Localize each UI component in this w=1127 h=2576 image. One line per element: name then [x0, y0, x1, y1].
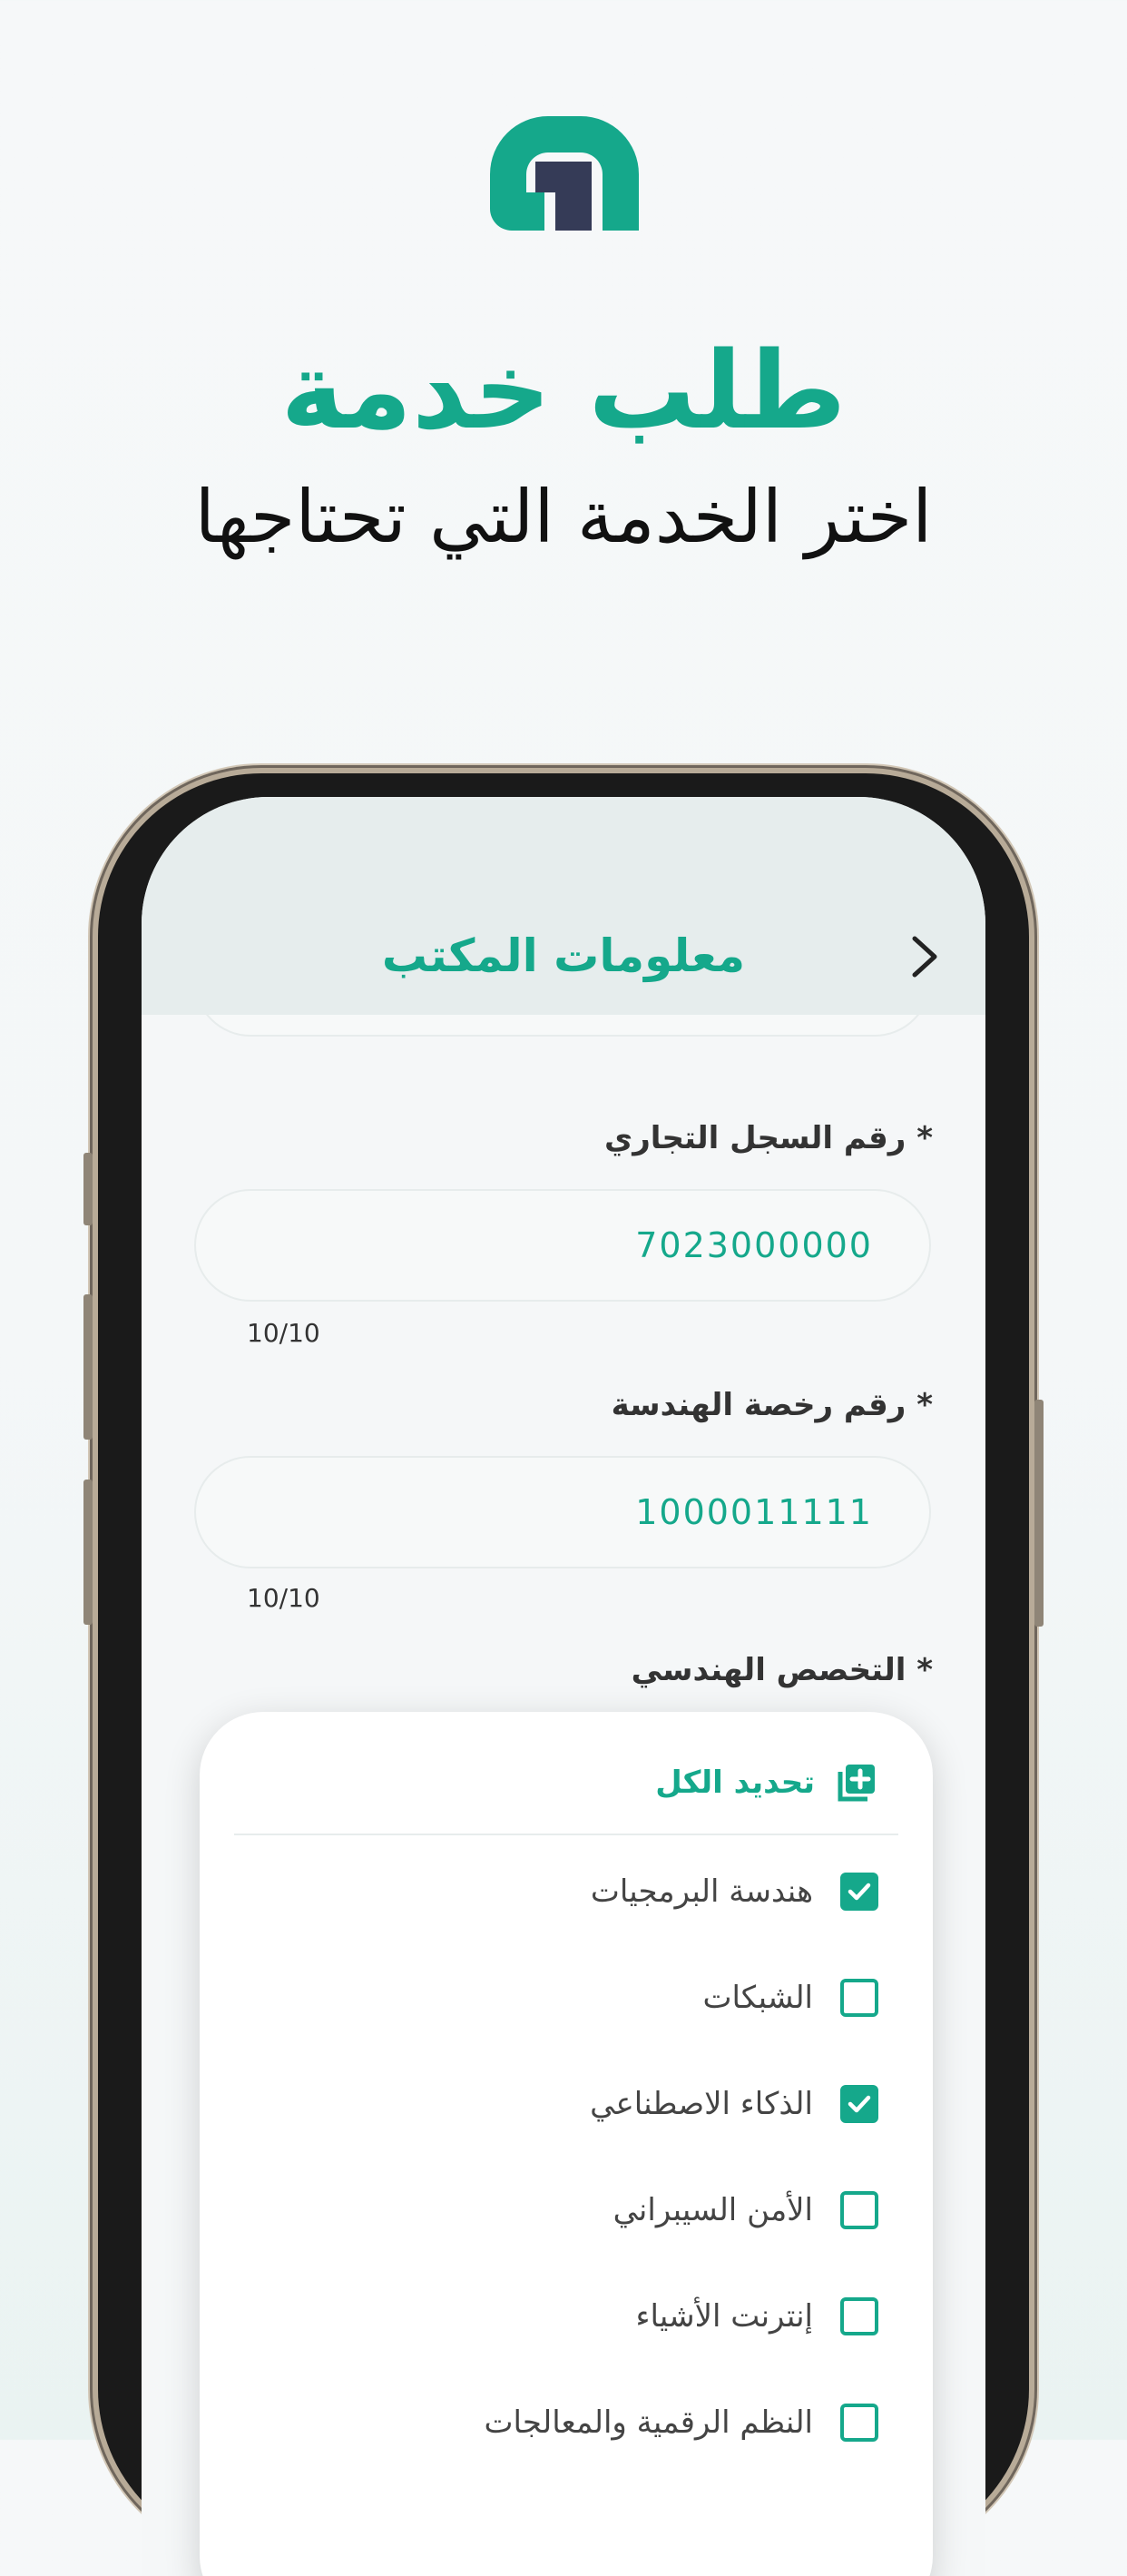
commercial-register-field[interactable]: 7023000000 [194, 1189, 931, 1302]
commercial-register-value: 7023000000 [635, 1225, 873, 1265]
commercial-register-counter: 10/10 [247, 1318, 320, 1348]
app-logo [490, 116, 639, 231]
dropdown-option[interactable]: الأمن السيبراني [613, 2183, 878, 2237]
specialization-label: * التخصص الهندسي [631, 1652, 933, 1688]
checkbox-checked-icon[interactable] [840, 1873, 878, 1911]
hero-title: طلب خدمة [280, 328, 847, 453]
divider [234, 1834, 898, 1835]
select-all-button[interactable]: تحديد الكل [655, 1755, 878, 1810]
dropdown-option-label: النظم الرقمية والمعالجات [484, 2404, 813, 2441]
phone-side-button [83, 1153, 93, 1225]
dropdown-option-label: هندسة البرمجيات [590, 1873, 813, 1910]
checkbox-unchecked-icon[interactable] [840, 2191, 878, 2229]
app-bar-title: معلومات المكتب [381, 929, 746, 982]
phone-side-button [1034, 1400, 1044, 1627]
dropdown-option-label: إنترنت الأشياء [635, 2298, 813, 2335]
dropdown-option[interactable]: إنترنت الأشياء [635, 2289, 878, 2344]
commercial-register-label: * رقم السجل التجاري [604, 1120, 933, 1156]
engineering-license-counter: 10/10 [247, 1583, 320, 1613]
dropdown-option[interactable]: الشبكات [702, 1971, 878, 2025]
dropdown-option[interactable]: الذكاء الاصطناعي [590, 2077, 878, 2131]
checkbox-unchecked-icon[interactable] [840, 2404, 878, 2442]
checkbox-checked-icon[interactable] [840, 2085, 878, 2123]
specialization-dropdown: تحديد الكل هندسة البرمجيات الشبكات الذكاء … [200, 1712, 933, 2576]
select-all-label: تحديد الكل [655, 1765, 815, 1801]
checkbox-unchecked-icon[interactable] [840, 1979, 878, 2017]
chevron-right-icon[interactable] [902, 931, 947, 982]
engineering-license-value: 1000011111 [635, 1492, 873, 1532]
phone-screen: Troikasoft Consulting * رقم السجل التجار… [142, 797, 985, 2576]
dropdown-option-label: الأمن السيبراني [612, 2192, 813, 2228]
checkbox-unchecked-icon[interactable] [840, 2297, 878, 2335]
dropdown-option[interactable]: هندسة البرمجيات [591, 1864, 878, 1919]
phone-frame: Troikasoft Consulting * رقم السجل التجار… [83, 773, 1044, 2576]
engineering-license-label: * رقم رخصة الهندسة [611, 1387, 933, 1423]
dropdown-option[interactable]: النظم الرقمية والمعالجات [485, 2395, 878, 2450]
add-box-icon [838, 1765, 875, 1802]
dropdown-option-label: الشبكات [702, 1980, 813, 2016]
phone-side-button [83, 1480, 93, 1625]
app-bar: معلومات المكتب [142, 797, 985, 1015]
hero-subtitle: اختر الخدمة التي تحتاجها [194, 475, 933, 559]
engineering-license-field[interactable]: 1000011111 [194, 1456, 931, 1568]
phone-side-button [83, 1294, 93, 1440]
dropdown-option-label: الذكاء الاصطناعي [590, 2086, 813, 2122]
